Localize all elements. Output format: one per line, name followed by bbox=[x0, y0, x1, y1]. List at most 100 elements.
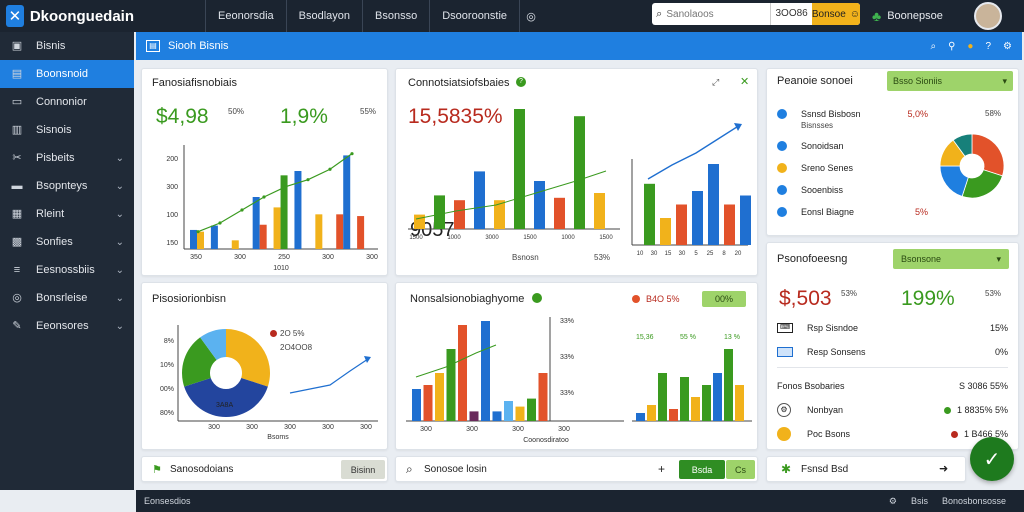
list-item[interactable]: ⌨ Rsp Sisndoe 15% bbox=[777, 319, 1008, 337]
folder-icon: ▭ bbox=[11, 96, 23, 108]
search-input[interactable] bbox=[666, 8, 771, 20]
chart-icon: ▤ bbox=[11, 68, 23, 80]
bar bbox=[481, 321, 490, 421]
floating-action-button[interactable]: ✓ bbox=[970, 437, 1014, 481]
sidebar-item-label: Bonsrleise bbox=[36, 292, 88, 304]
bar bbox=[494, 200, 505, 229]
trend-point bbox=[328, 167, 332, 171]
expand-icon[interactable]: ⤢ bbox=[712, 77, 719, 88]
trend-point bbox=[350, 152, 354, 156]
settings-circle-icon[interactable]: ◎ bbox=[520, 0, 542, 32]
settings-icon[interactable]: ⚙ bbox=[1003, 41, 1012, 52]
arrow-right-icon[interactable]: ➜ bbox=[939, 462, 948, 475]
row-label: Ssnsd Bisbosn bbox=[801, 109, 861, 119]
processing-button[interactable]: Bsonsone ▾ bbox=[893, 249, 1009, 269]
search-button[interactable]: Bonsoe ☺ bbox=[811, 3, 860, 25]
list-item[interactable]: Resp Sonsens 0% bbox=[777, 343, 1008, 361]
sidebar-item-2[interactable]: ▤ Boonsnoid bbox=[0, 60, 134, 88]
green-button[interactable]: Bsda bbox=[679, 460, 725, 479]
bar bbox=[315, 214, 323, 249]
card-title: Fanosiafisnobiais bbox=[152, 77, 237, 89]
secondary-button[interactable]: Cs bbox=[726, 460, 755, 479]
bar bbox=[647, 405, 656, 421]
sidebar-item-6[interactable]: ▬ Bsopnteys ⌄ bbox=[0, 172, 134, 200]
list-item[interactable]: ⚙ Nonbyan 1 8835% 5% bbox=[777, 401, 1008, 419]
bottom-search-label[interactable]: Sonosoe losin bbox=[424, 464, 487, 475]
bar bbox=[514, 109, 525, 229]
footer-right-b[interactable]: Bonosbonsosse bbox=[942, 496, 1006, 507]
bar bbox=[357, 216, 365, 249]
bar bbox=[740, 195, 751, 245]
avatar[interactable] bbox=[974, 2, 1002, 30]
bar bbox=[574, 116, 585, 229]
list-item[interactable]: Sooenbiss bbox=[777, 181, 928, 199]
pie-label: 3A8A bbox=[216, 402, 233, 409]
sidebar-item-7[interactable]: ▦ Rleint ⌄ bbox=[0, 200, 134, 228]
pie-slice bbox=[226, 329, 270, 387]
list-item[interactable]: Eonsl Biagne 5% bbox=[777, 203, 928, 221]
card-overview: Peanoie sonoei Bsso Sioniis ▾ Ssnsd Bisb… bbox=[766, 68, 1019, 236]
bottom-left-button[interactable]: Bisinn bbox=[341, 460, 385, 479]
list-item[interactable]: Ssnsd Bisbosn 5,0% bbox=[777, 105, 928, 123]
bar bbox=[446, 349, 456, 421]
search-icon[interactable]: ⌕ bbox=[930, 41, 936, 52]
overview-button[interactable]: Bsso Sioniis ▾ bbox=[887, 71, 1013, 91]
metric-value-b: 1,9% bbox=[280, 105, 328, 128]
search-value[interactable]: 3OO86 bbox=[770, 3, 811, 25]
bar bbox=[504, 401, 513, 421]
list-icon: ≡ bbox=[13, 264, 21, 276]
help-icon[interactable]: ? bbox=[985, 41, 991, 52]
y-tick-label: 300 bbox=[166, 184, 178, 191]
keyboard-icon: ⌨ bbox=[777, 323, 793, 333]
close-icon[interactable]: ✕ bbox=[740, 75, 749, 88]
settings-icon[interactable]: ⚙ bbox=[889, 496, 897, 507]
data-label: 13 % bbox=[724, 334, 740, 341]
top-tab-1[interactable]: Eeonorsdia bbox=[206, 0, 287, 32]
page-header: ▤ Siooh Bisnis ⌕ ⚲ ● ? ⚙ bbox=[136, 32, 1022, 60]
trend-point bbox=[218, 221, 222, 225]
info-icon[interactable]: ? bbox=[516, 77, 526, 87]
sidebar-item-10[interactable]: ◎ Bonsrleise ⌄ bbox=[0, 284, 134, 312]
top-tab-3[interactable]: Bsonsso bbox=[363, 0, 431, 32]
list-item[interactable]: Poc Bsons 1 B466 5% bbox=[777, 425, 1008, 443]
x-tick-label: 25 bbox=[707, 251, 714, 257]
top-tab-2[interactable]: Bsodlayon bbox=[287, 0, 364, 32]
bar bbox=[231, 240, 239, 249]
status-pill[interactable]: 00% bbox=[702, 291, 746, 307]
sidebar-item-3[interactable]: ▭ Connonior bbox=[0, 88, 134, 116]
bar bbox=[492, 411, 502, 421]
sidebar-item-1[interactable]: ▣ Bisnis bbox=[0, 32, 134, 60]
user-menu[interactable]: ♣ Boonepsoe bbox=[872, 0, 943, 32]
trend-point bbox=[284, 185, 288, 189]
list-item[interactable]: Sonoidsan bbox=[777, 137, 928, 155]
sidebar-item-11[interactable]: ✎ Eeonsores ⌄ bbox=[0, 312, 134, 340]
sidebar-item-8[interactable]: ▩ Sonfies ⌄ bbox=[0, 228, 134, 256]
sidebar-item-4[interactable]: ▥ Sisnois bbox=[0, 116, 134, 144]
sidebar-item-5[interactable]: ✂ Pisbeits ⌄ bbox=[0, 144, 134, 172]
share-icon[interactable]: ⚲ bbox=[948, 41, 955, 52]
brand[interactable]: ✕ Dkoonguedain bbox=[0, 0, 134, 32]
sub-row: Bisnsses bbox=[801, 121, 834, 130]
data-label: 55 % bbox=[680, 334, 696, 341]
top-tab-4[interactable]: Dsooroonstie bbox=[430, 0, 521, 32]
bar bbox=[412, 389, 421, 421]
search-icon[interactable]: ⌕ bbox=[406, 462, 413, 477]
list-item[interactable]: Sreno Senes bbox=[777, 159, 928, 177]
card-icon bbox=[777, 347, 793, 357]
bar bbox=[724, 349, 733, 421]
top-bar: ✕ Dkoonguedain Eeonorsdia Bsodlayon Bson… bbox=[0, 0, 1024, 32]
bar bbox=[534, 181, 545, 229]
calendar-icon: ▦ bbox=[11, 208, 23, 220]
sidebar-item-label: Sisnois bbox=[36, 124, 72, 136]
card-title: Psonofoeesng bbox=[777, 253, 848, 265]
bar bbox=[713, 373, 722, 421]
x-tick-label: 1500 bbox=[409, 235, 423, 241]
y-tick-label: 200 bbox=[166, 156, 178, 163]
info-icon[interactable] bbox=[532, 293, 542, 303]
sidebar-item-9[interactable]: ≡ Eesnossbiis ⌄ bbox=[0, 256, 134, 284]
footer-right-a[interactable]: Bsis bbox=[911, 496, 928, 507]
chevron-down-icon: ⌄ bbox=[115, 152, 124, 164]
alert-icon[interactable]: ● bbox=[967, 41, 973, 52]
x-sub-label: 1010 bbox=[273, 265, 289, 272]
add-icon[interactable]: + bbox=[658, 462, 665, 476]
